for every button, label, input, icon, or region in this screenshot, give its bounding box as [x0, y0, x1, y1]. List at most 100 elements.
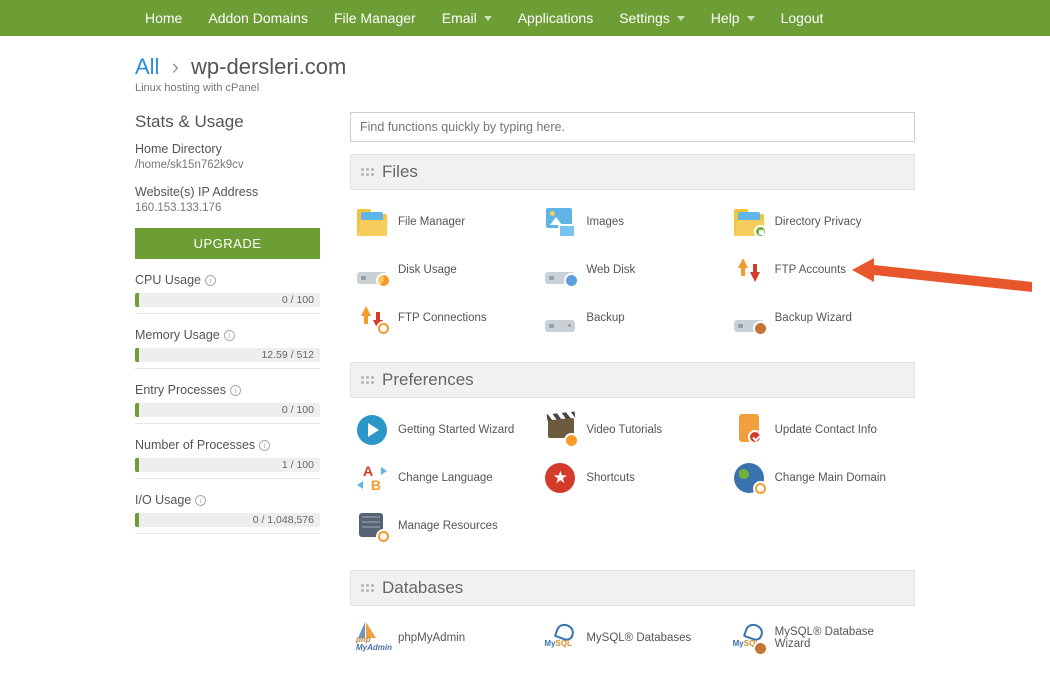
gear-icon: [376, 321, 391, 336]
stat-entry: Entry Processes i 0 / 100: [135, 383, 320, 424]
phpmyadmin-icon: phpMyAdmin: [356, 636, 392, 652]
item-web-disk[interactable]: Web Disk: [538, 246, 726, 294]
stat-entry-label: Entry Processes: [135, 383, 226, 397]
stat-proc-value: 1 / 100: [282, 458, 314, 472]
item-change-language[interactable]: AB Change Language: [350, 454, 538, 502]
info-icon[interactable]: i: [195, 495, 206, 506]
item-disk-usage-label: Disk Usage: [398, 264, 457, 276]
check-icon: [748, 430, 762, 444]
nav-settings[interactable]: Settings: [619, 10, 685, 26]
section-files: Files File Manager Images Directory Priv…: [350, 154, 915, 346]
nav-addon-domains[interactable]: Addon Domains: [208, 10, 308, 26]
item-manage-resources-label: Manage Resources: [398, 520, 498, 532]
stat-memory-bar: 12.59 / 512: [135, 348, 320, 362]
item-mysql-databases-label: MySQL® Databases: [586, 632, 691, 644]
star-icon: ★: [545, 463, 575, 493]
item-images[interactable]: Images: [538, 198, 726, 246]
section-preferences-title: Preferences: [382, 370, 474, 390]
item-ftp-connections[interactable]: FTP Connections: [350, 294, 538, 342]
section-databases: Databases phpMyAdminphpMyAdmin MySQLMySQ…: [350, 570, 915, 666]
item-ftp-accounts-label: FTP Accounts: [775, 264, 846, 276]
wand-icon: [753, 321, 768, 336]
nav-home[interactable]: Home: [145, 10, 182, 26]
item-mysql-wizard[interactable]: MySQLMySQL® Database Wizard: [727, 614, 915, 662]
item-update-contact[interactable]: Update Contact Info: [727, 406, 915, 454]
stat-proc-label: Number of Processes: [135, 438, 255, 452]
info-icon[interactable]: i: [224, 330, 235, 341]
item-disk-usage[interactable]: Disk Usage: [350, 246, 538, 294]
item-file-manager[interactable]: File Manager: [350, 198, 538, 246]
wand-icon: [753, 641, 768, 656]
gear-icon: [753, 481, 768, 496]
item-shortcuts[interactable]: ★Shortcuts: [538, 454, 726, 502]
item-video-tutorials[interactable]: Video Tutorials: [538, 406, 726, 454]
stat-proc: Number of Processes i 1 / 100: [135, 438, 320, 479]
drag-handle-icon: [361, 376, 374, 384]
stat-io-bar: 0 / 1,048,576: [135, 513, 320, 527]
item-web-disk-label: Web Disk: [586, 264, 635, 276]
play-icon: [357, 415, 387, 445]
nav-email[interactable]: Email: [442, 10, 492, 26]
item-directory-privacy-label: Directory Privacy: [775, 216, 862, 228]
item-change-language-label: Change Language: [398, 472, 493, 484]
item-manage-resources[interactable]: Manage Resources: [350, 502, 538, 550]
item-phpmyadmin-label: phpMyAdmin: [398, 632, 465, 644]
section-files-header[interactable]: Files: [350, 154, 915, 190]
item-mysql-wizard-label: MySQL® Database Wizard: [775, 626, 909, 650]
section-preferences: Preferences Getting Started Wizard Video…: [350, 362, 915, 554]
play-badge-icon: [564, 433, 579, 448]
item-video-tutorials-label: Video Tutorials: [586, 424, 662, 436]
item-ftp-accounts[interactable]: FTP Accounts: [727, 246, 915, 294]
nav-applications[interactable]: Applications: [518, 10, 594, 26]
section-preferences-header[interactable]: Preferences: [350, 362, 915, 398]
item-images-label: Images: [586, 216, 624, 228]
ip-address-label: Website(s) IP Address: [135, 185, 320, 199]
section-files-title: Files: [382, 162, 418, 182]
item-backup-wizard[interactable]: Backup Wizard: [727, 294, 915, 342]
clipboard-icon: [739, 414, 759, 442]
item-backup-label: Backup: [586, 312, 624, 324]
hosting-subtitle: Linux hosting with cPanel: [135, 82, 915, 94]
stat-entry-bar: 0 / 100: [135, 403, 320, 417]
chevron-right-icon: ›: [172, 54, 179, 79]
item-mysql-databases[interactable]: MySQL MySQL® Databases: [538, 614, 726, 662]
stat-cpu: CPU Usage i 0 / 100: [135, 273, 320, 314]
item-getting-started[interactable]: Getting Started Wizard: [350, 406, 538, 454]
stat-cpu-value: 0 / 100: [282, 293, 314, 307]
breadcrumb-all-link[interactable]: All: [135, 54, 159, 79]
language-icon: AB: [357, 463, 387, 493]
item-change-domain-label: Change Main Domain: [775, 472, 886, 484]
section-databases-title: Databases: [382, 578, 463, 598]
info-icon[interactable]: i: [259, 440, 270, 451]
stat-cpu-label: CPU Usage: [135, 273, 201, 287]
nav-help[interactable]: Help: [711, 10, 755, 26]
info-icon[interactable]: i: [205, 275, 216, 286]
pie-icon: [376, 273, 391, 288]
stats-usage-title: Stats & Usage: [135, 112, 320, 132]
stat-io: I/O Usagei 0 / 1,048,576: [135, 493, 320, 534]
item-ftp-connections-label: FTP Connections: [398, 312, 487, 324]
item-phpmyadmin[interactable]: phpMyAdmin phpMyAdmin: [350, 614, 538, 662]
breadcrumb: All › wp-dersleri.com: [135, 54, 915, 80]
section-databases-header[interactable]: Databases: [350, 570, 915, 606]
search-input[interactable]: [350, 112, 915, 142]
stat-memory-label: Memory Usage: [135, 328, 220, 342]
mysql-icon: MySQL: [544, 622, 576, 650]
stat-entry-value: 0 / 100: [282, 403, 314, 417]
globe-icon: [564, 273, 579, 288]
nav-file-manager[interactable]: File Manager: [334, 10, 416, 26]
stat-io-value: 0 / 1,048,576: [253, 513, 314, 527]
upgrade-button[interactable]: UPGRADE: [135, 228, 320, 259]
ip-address-value: 160.153.133.176: [135, 202, 320, 214]
info-icon[interactable]: i: [230, 385, 241, 396]
ftp-arrows-icon: [734, 255, 764, 285]
nav-logout[interactable]: Logout: [781, 10, 824, 26]
item-update-contact-label: Update Contact Info: [775, 424, 877, 436]
item-file-manager-label: File Manager: [398, 216, 465, 228]
item-backup-wizard-label: Backup Wizard: [775, 312, 852, 324]
breadcrumb-domain: wp-dersleri.com: [191, 54, 346, 79]
item-backup[interactable]: Backup: [538, 294, 726, 342]
item-change-domain[interactable]: Change Main Domain: [727, 454, 915, 502]
item-getting-started-label: Getting Started Wizard: [398, 424, 514, 436]
item-directory-privacy[interactable]: Directory Privacy: [727, 198, 915, 246]
